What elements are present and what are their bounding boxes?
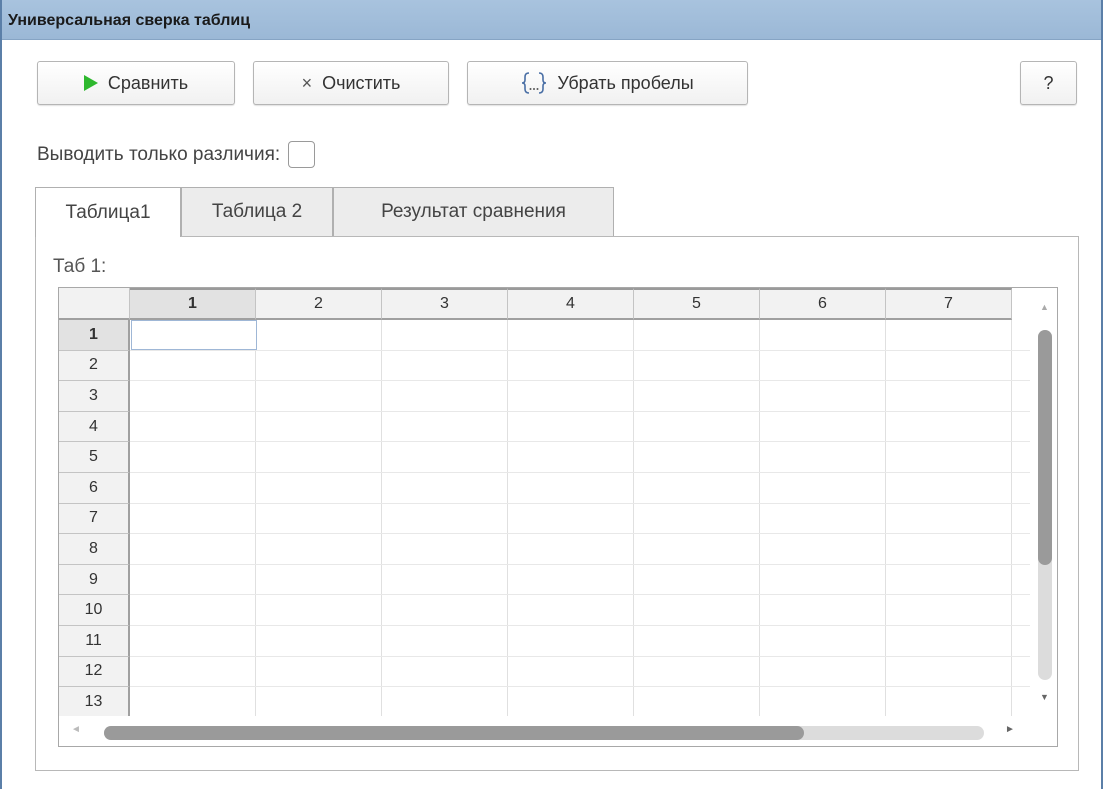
- row-header[interactable]: 13: [59, 687, 130, 716]
- row-header[interactable]: 12: [59, 656, 130, 688]
- close-icon: ×: [301, 72, 313, 93]
- grid-row-line: [130, 655, 1030, 657]
- grid-row-line: [130, 594, 1030, 596]
- window-title: Универсальная сверка таблиц: [8, 12, 251, 29]
- grid-row-line: [130, 625, 1030, 626]
- grid-row-line: [130, 563, 1030, 565]
- grid-row-line: [130, 686, 1030, 688]
- help-button[interactable]: ?: [1020, 61, 1077, 105]
- grid-row-line: [130, 502, 1030, 504]
- row-header[interactable]: 3: [59, 381, 130, 412]
- help-button-label: ?: [1043, 72, 1054, 93]
- only-differences-option: Выводить только различия:: [37, 141, 316, 168]
- braces-icon: [521, 70, 547, 96]
- row-header[interactable]: 7: [59, 503, 130, 535]
- row-header[interactable]: 9: [59, 564, 130, 596]
- compare-button[interactable]: Сравнить: [37, 61, 235, 105]
- trim-spaces-button-label: Убрать пробелы: [557, 72, 694, 93]
- grid-row-line: [130, 472, 1030, 473]
- horizontal-scroll-thumb[interactable]: [104, 726, 804, 740]
- row-header[interactable]: 11: [59, 626, 130, 657]
- app-window: Универсальная сверка таблиц Сравнить × О…: [0, 0, 1103, 789]
- column-header[interactable]: 7: [886, 288, 1012, 320]
- column-header[interactable]: 4: [508, 288, 634, 320]
- grid-row-line: [130, 410, 1030, 412]
- grid-corner[interactable]: [59, 288, 130, 320]
- column-header[interactable]: 1: [130, 288, 256, 320]
- tab-panel: Таб 1: 12345671234567891011121314 ▲ ▼ ◄ …: [35, 236, 1079, 771]
- spreadsheet[interactable]: 12345671234567891011121314 ▲ ▼ ◄ ►: [58, 287, 1058, 747]
- row-header[interactable]: 8: [59, 534, 130, 565]
- active-cell[interactable]: [131, 320, 257, 350]
- vertical-scroll-thumb[interactable]: [1038, 330, 1052, 565]
- title-bar: Универсальная сверка таблиц: [2, 0, 1101, 40]
- arrow-down-icon[interactable]: ▼: [1040, 692, 1049, 702]
- vertical-scrollbar[interactable]: ▲ ▼: [1031, 288, 1057, 716]
- grid-row-line: [130, 533, 1030, 535]
- tab-table-2[interactable]: Таблица 2: [181, 187, 333, 236]
- column-header[interactable]: 6: [760, 288, 886, 320]
- tab-table-1[interactable]: Таблица1: [35, 187, 181, 237]
- row-header[interactable]: 5: [59, 442, 130, 473]
- only-differences-checkbox[interactable]: [288, 141, 316, 168]
- spreadsheet-grid[interactable]: 12345671234567891011121314: [59, 288, 1031, 716]
- trim-spaces-button[interactable]: Убрать пробелы: [467, 61, 748, 105]
- clear-button[interactable]: × Очистить: [253, 61, 449, 105]
- grid-row-line: [130, 441, 1030, 443]
- column-header[interactable]: 5: [634, 288, 760, 320]
- clear-button-label: Очистить: [322, 72, 401, 93]
- horizontal-scrollbar[interactable]: ◄ ►: [59, 716, 1057, 746]
- arrow-right-icon[interactable]: ►: [1005, 724, 1015, 735]
- row-header[interactable]: 1: [59, 320, 130, 351]
- column-header[interactable]: 3: [382, 288, 508, 320]
- row-header[interactable]: 10: [59, 595, 130, 626]
- row-header[interactable]: 6: [59, 473, 130, 504]
- row-header[interactable]: 2: [59, 350, 130, 382]
- row-header[interactable]: 4: [59, 411, 130, 443]
- tab-comparison-result[interactable]: Результат сравнения: [333, 187, 614, 236]
- sheet-label: Таб 1:: [53, 256, 107, 277]
- grid-row-line: [130, 349, 1030, 351]
- play-icon: [83, 75, 98, 91]
- compare-button-label: Сравнить: [107, 72, 189, 93]
- column-header[interactable]: 2: [256, 288, 382, 320]
- grid-row-line: [130, 380, 1030, 382]
- only-differences-label: Выводить только различия:: [37, 143, 281, 165]
- arrow-left-icon[interactable]: ◄: [71, 724, 81, 735]
- arrow-up-icon[interactable]: ▲: [1040, 302, 1049, 312]
